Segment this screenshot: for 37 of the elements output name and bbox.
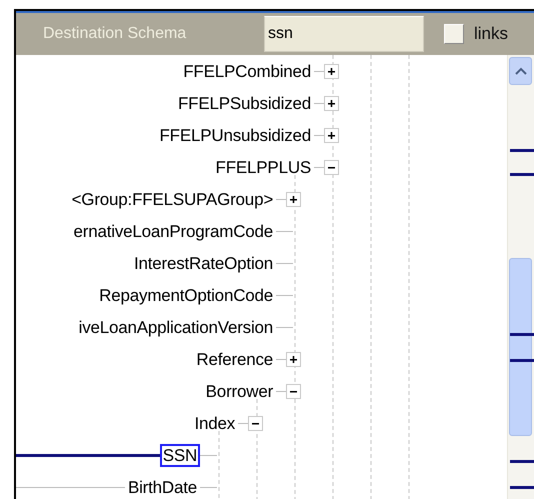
link-marker bbox=[510, 173, 534, 176]
tree-node[interactable]: Index bbox=[191, 412, 238, 434]
tree-node[interactable]: SSN bbox=[160, 444, 200, 466]
search-field[interactable]: ssn bbox=[264, 16, 424, 52]
scrollbar-thumb[interactable] bbox=[509, 258, 532, 436]
tree-node[interactable]: Reference bbox=[193, 348, 276, 370]
links-checkbox[interactable] bbox=[444, 24, 464, 44]
link-marker bbox=[510, 333, 534, 336]
expand-icon[interactable] bbox=[324, 128, 340, 142]
panel-title: Destination Schema bbox=[43, 25, 188, 43]
tree-node[interactable]: FFELPCombined bbox=[180, 60, 314, 82]
expand-icon[interactable] bbox=[324, 96, 340, 110]
link-marker bbox=[510, 486, 534, 489]
expand-icon[interactable] bbox=[286, 352, 302, 366]
expand-icon[interactable] bbox=[324, 64, 340, 78]
link-marker bbox=[510, 149, 534, 152]
link-marker bbox=[510, 460, 534, 463]
expand-icon[interactable] bbox=[286, 192, 302, 206]
tree-node[interactable]: FFELPUnsubsidized bbox=[156, 124, 314, 146]
tree-node[interactable]: <Group:FFELSUPAGroup> bbox=[68, 188, 276, 210]
tree-node[interactable]: RepaymentOptionCode bbox=[96, 284, 276, 306]
scroll-up-button[interactable] bbox=[509, 57, 532, 85]
tree-node[interactable]: FFELPPLUS bbox=[212, 156, 314, 178]
collapse-icon[interactable] bbox=[286, 384, 302, 398]
scrollbar[interactable] bbox=[507, 55, 534, 499]
collapse-icon[interactable] bbox=[324, 160, 340, 174]
tree-node[interactable]: ernativeLoanProgramCode bbox=[70, 220, 276, 242]
tree-node[interactable]: iveLoanApplicationVersion bbox=[76, 316, 276, 338]
tree-node[interactable]: FFELPSubsidized bbox=[174, 92, 314, 114]
tree-node[interactable]: BirthDate bbox=[124, 476, 200, 498]
link-marker bbox=[510, 359, 534, 362]
tree-guide-line bbox=[218, 430, 220, 499]
tree-node[interactable]: Borrower bbox=[202, 380, 276, 402]
tree-node[interactable]: InterestRateOption bbox=[130, 252, 276, 274]
checkbox-label: links bbox=[474, 24, 508, 44]
caret-up-icon bbox=[514, 67, 527, 75]
collapse-icon[interactable] bbox=[248, 416, 264, 430]
